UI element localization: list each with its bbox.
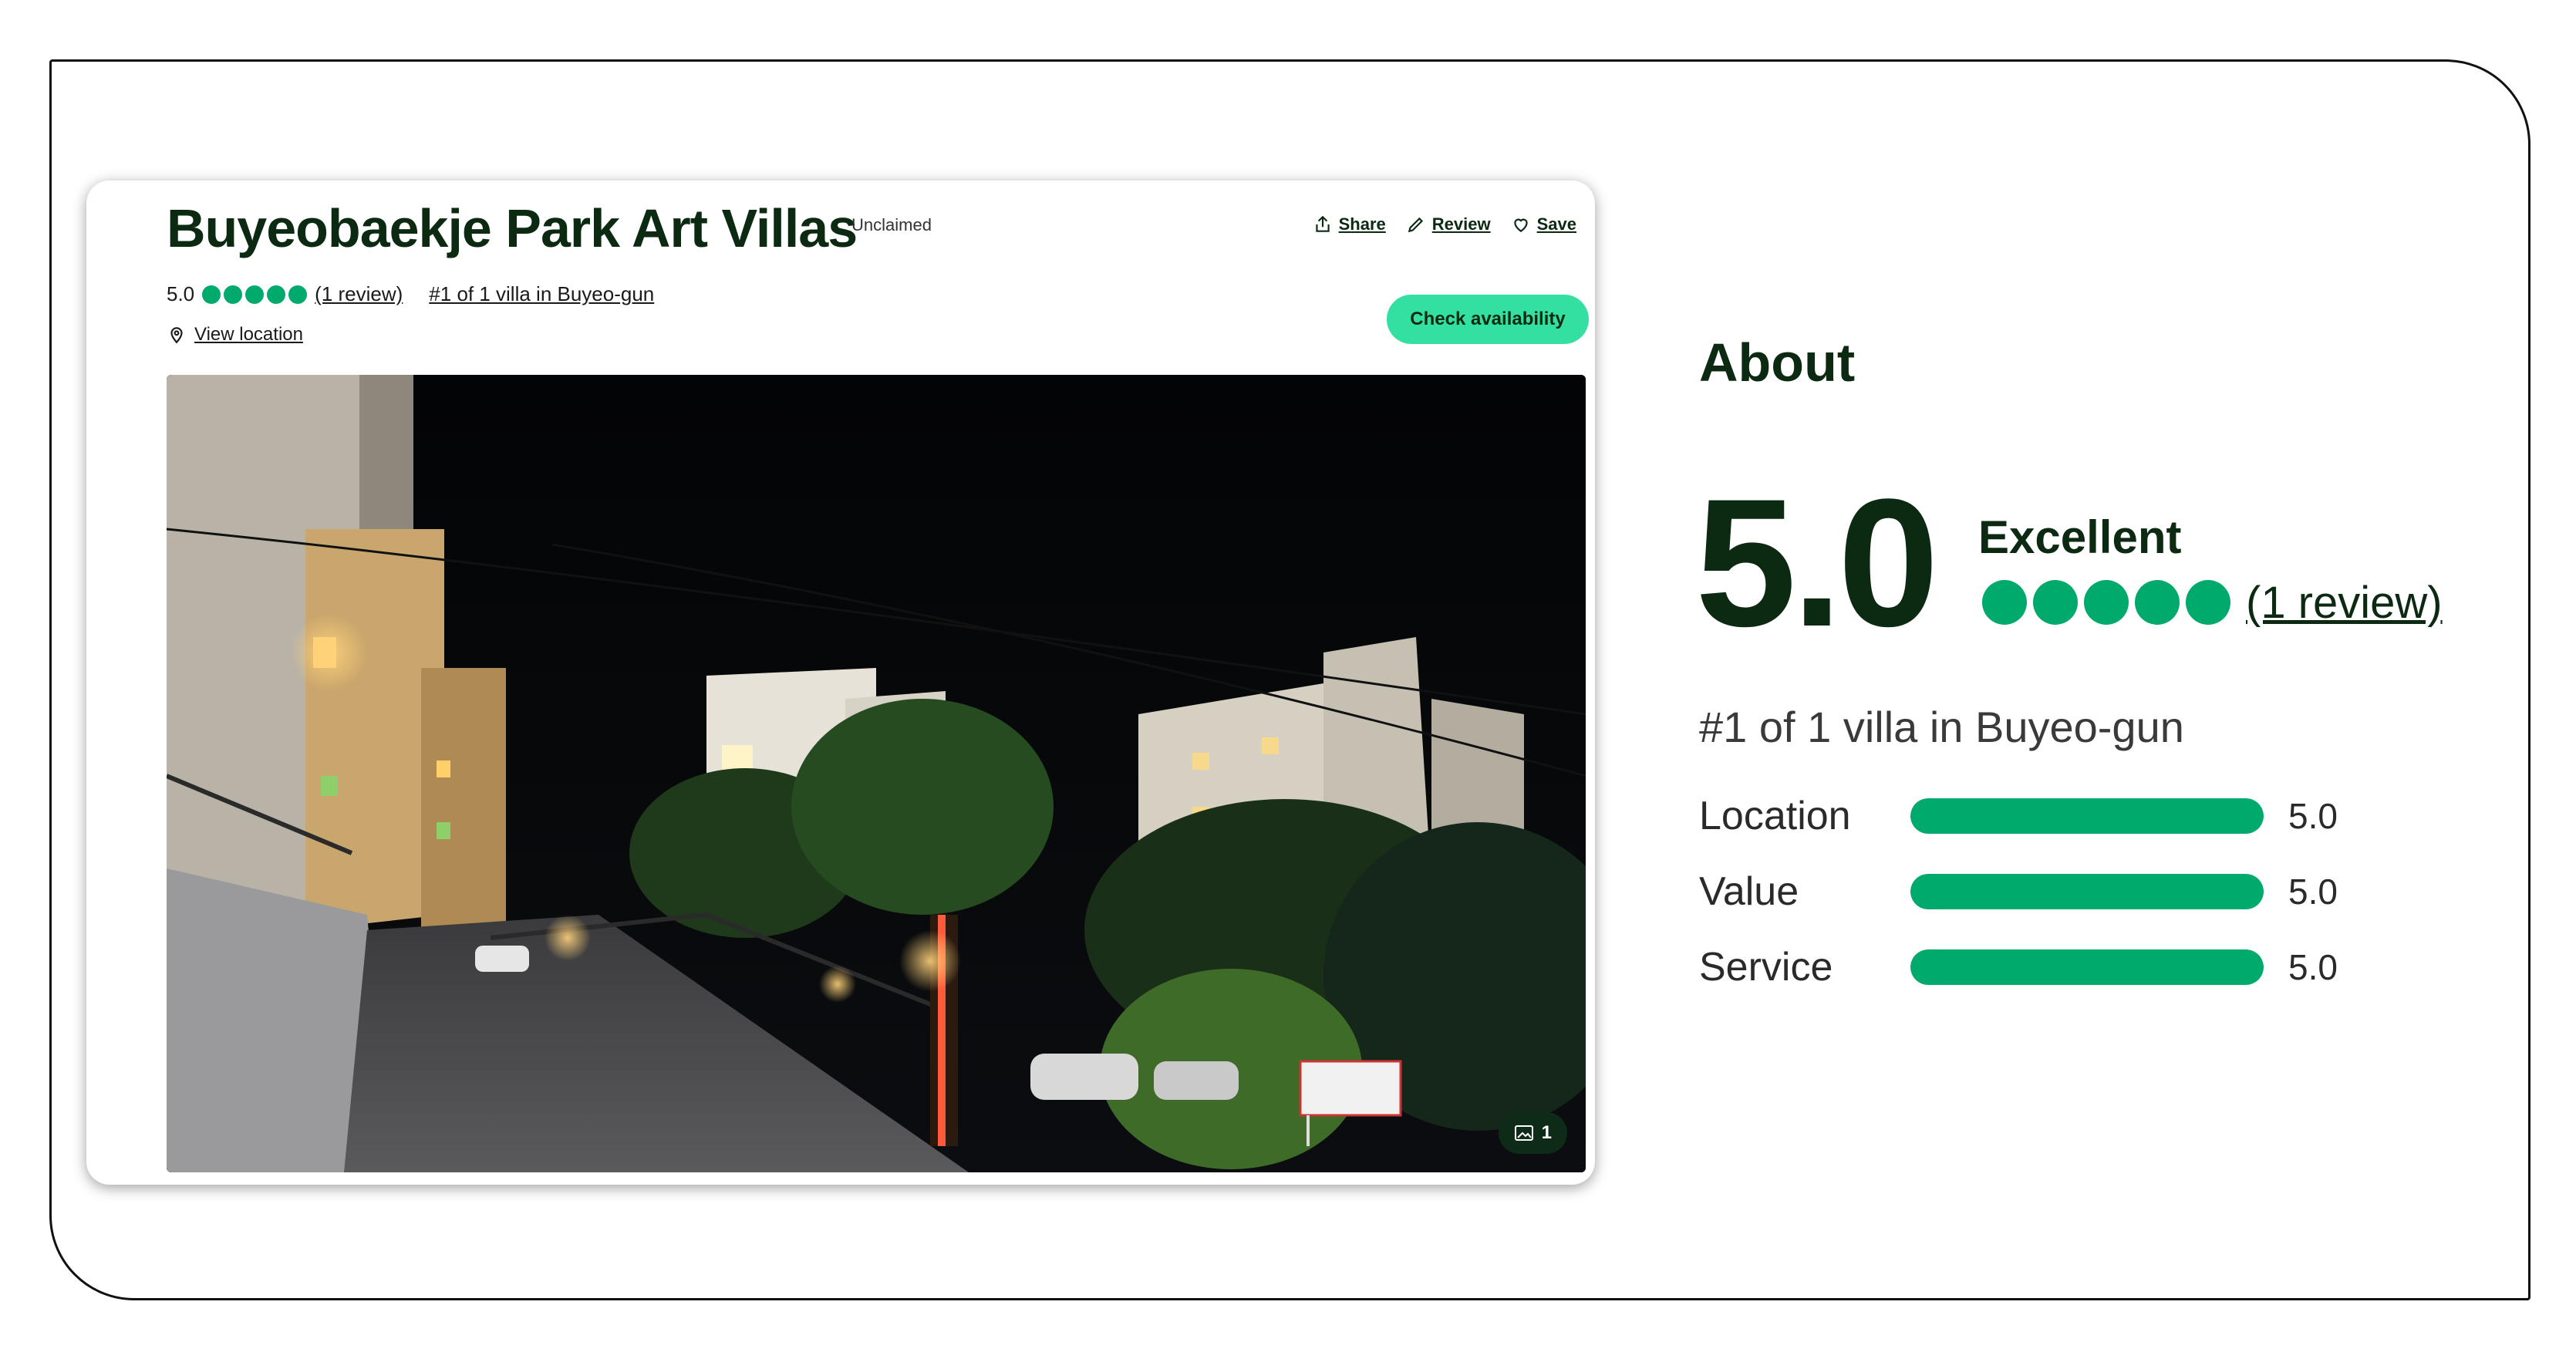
rating-bubble [245,285,265,304]
villa-night-photo [167,375,1586,1172]
action-bar: Share Review Save [1313,214,1576,234]
check-availability-button[interactable]: Check availability [1387,295,1589,344]
about-review-link[interactable]: (1 review) [2246,577,2443,629]
pencil-icon [1408,217,1423,233]
rating-bubble [267,285,286,304]
subrating-bar [1910,798,2264,834]
rank-link[interactable]: #1 of 1 villa in Buyeo-gun [429,282,654,306]
listing-card: Buyeobaekje Park Art Villas Unclaimed Sh… [86,180,1595,1185]
rating-bubbles [202,285,308,304]
subrating-label: Location [1699,794,1851,838]
rating-bubble [2135,580,2180,625]
share-icon [1315,215,1330,232]
review-count-link[interactable]: (1 review) [315,282,403,306]
listing-title: Buyeobaekje Park Art Villas [167,198,858,258]
subrating-value: 5.0 [2288,796,2338,836]
review-label: Review [1431,214,1491,234]
view-location-label: View location [194,324,303,345]
about-heading: About [1699,332,1856,393]
save-button[interactable]: Save [1511,214,1576,234]
subrating-bar [1910,874,2264,909]
review-button[interactable]: Review [1406,214,1491,234]
share-label: Share [1338,214,1386,234]
map-pin-icon [170,327,183,344]
view-location-link[interactable]: View location [167,324,303,346]
overall-score: 5.0 [1695,461,1939,665]
photo-icon [1514,1125,1533,1141]
rating-bubble [1982,580,2027,625]
rating-bubble [224,285,243,304]
heart-icon [1513,218,1528,232]
share-button[interactable]: Share [1313,214,1386,234]
claim-status: Unclaimed [851,215,932,234]
rating-bubble [288,285,308,304]
subrating-value: 5.0 [2288,872,2338,912]
subrating-value: 5.0 [2288,947,2338,987]
rating-bubble [202,285,221,304]
rating-bubble [2084,580,2129,625]
photo-count-badge[interactable]: 1 [1498,1112,1567,1154]
score-label: Excellent [1978,511,2182,563]
subrating-bar-fill [1910,949,2264,985]
subrating-service: Service 5.0 [1699,944,2338,990]
rating-row: 5.0 (1 review) #1 of 1 villa in Buyeo-gu… [167,282,654,306]
about-rank: #1 of 1 villa in Buyeo-gun [1699,703,2184,751]
subrating-bar-fill [1910,798,2264,834]
listing-photo[interactable]: 1 [167,375,1586,1172]
rating-bubble [2033,580,2078,625]
save-label: Save [1536,214,1576,234]
rating-value: 5.0 [167,282,195,305]
subrating-label: Value [1699,869,1799,914]
subrating-bar-fill [1910,874,2264,909]
subrating-location: Location 5.0 [1699,793,2338,839]
subrating-value-row: Value 5.0 [1699,868,2338,915]
photo-count: 1 [1541,1122,1552,1143]
subrating-label: Service [1699,945,1833,990]
rating-bubble [2186,580,2230,625]
about-rating-bubbles [1982,580,2230,625]
subrating-bar [1910,949,2264,985]
